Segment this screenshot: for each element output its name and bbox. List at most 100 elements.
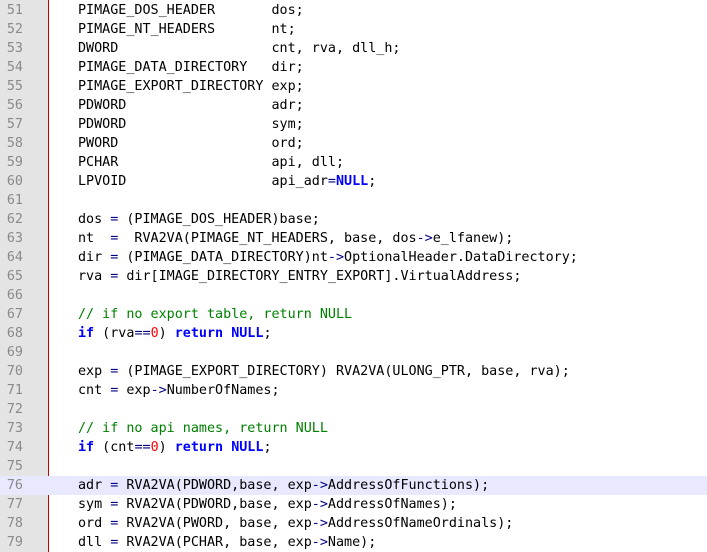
code-line[interactable]: 66 (0, 286, 707, 305)
code-line[interactable]: 72 (0, 400, 707, 419)
code-token: exp (78, 364, 111, 379)
line-number: 70 (6, 364, 23, 379)
line-number: 61 (6, 193, 23, 208)
code-line[interactable]: 59 PCHAR api, dll; (0, 153, 707, 172)
line-number: 51 (6, 3, 23, 18)
code-line[interactable]: 57 PDWORD sym; (0, 115, 707, 134)
code-line[interactable]: 78 ord = RVA2VA(PWORD, base, exp->Address… (0, 514, 707, 533)
code-token: nt (78, 231, 111, 246)
code-line[interactable]: 60 LPVOID api_adr=NULL; (0, 172, 707, 191)
code-token: (cnt (94, 440, 135, 455)
code-line[interactable]: 61 (0, 191, 707, 210)
code-editor[interactable]: 51 PIMAGE_DOS_HEADER dos; 52 PIMAGE_NT_HEAD… (0, 0, 707, 552)
code-token: sym (78, 497, 111, 512)
code-token: RVA2VA(PWORD, base, exp (118, 516, 312, 531)
code-line[interactable]: 58 PWORD ord; (0, 134, 707, 153)
code-token: -> (416, 231, 433, 246)
line-code: sym = RVA2VA(PDWORD,base, exp->AddressOf… (78, 495, 457, 514)
code-token: PCHAR api, dll; (78, 155, 345, 170)
code-token: AddressOfFunctions); (327, 478, 490, 493)
code-token: (PIMAGE_EXPORT_DIRECTORY) RVA2VA(ULONG_P… (118, 364, 570, 379)
line-number: 79 (6, 535, 23, 550)
code-line[interactable]: 71 cnt = exp->NumberOfNames; (0, 381, 707, 400)
code-token: adr (78, 478, 111, 493)
code-line[interactable]: 75 (0, 457, 707, 476)
code-line[interactable]: 55 PIMAGE_EXPORT_DIRECTORY exp; (0, 77, 707, 96)
line-code: PIMAGE_DOS_HEADER dos; (78, 1, 304, 20)
code-line[interactable]: 53 DWORD cnt, rva, dll_h; (0, 39, 707, 58)
code-line[interactable]: 69 (0, 343, 707, 362)
line-code: rva = dir[IMAGE_DIRECTORY_ENTRY_EXPORT].… (78, 267, 521, 286)
code-token: == (134, 326, 151, 341)
code-token: PIMAGE_EXPORT_DIRECTORY exp; (78, 79, 304, 94)
code-token: return (174, 440, 224, 455)
line-code: cnt = exp->NumberOfNames; (78, 381, 280, 400)
code-token: PIMAGE_NT_HEADERS nt; (78, 22, 296, 37)
code-line[interactable]: 68 if (rva==0) return NULL; (0, 324, 707, 343)
code-line[interactable]: 65 rva = dir[IMAGE_DIRECTORY_ENTRY_EXPORT… (0, 267, 707, 286)
line-number: 65 (6, 269, 23, 284)
code-token: if (78, 440, 95, 455)
line-number: 60 (6, 174, 23, 189)
code-token: Name); (327, 535, 377, 550)
code-line[interactable]: 79 dll = RVA2VA(PCHAR, base, exp->Name); (0, 533, 707, 552)
code-token: = (327, 174, 336, 189)
line-number: 78 (6, 516, 23, 531)
code-token: -> (311, 516, 328, 531)
line-code: PDWORD sym; (78, 115, 304, 134)
code-token: OptionalHeader.DataDirectory; (344, 250, 578, 265)
code-line[interactable]: 67 // if no export table, return NULL (0, 305, 707, 324)
line-number: 52 (6, 22, 23, 37)
code-line[interactable]: 56 PDWORD adr; (0, 96, 707, 115)
line-code: // if no export table, return NULL (78, 305, 352, 324)
code-token: -> (311, 497, 328, 512)
code-line[interactable]: 70 exp = (PIMAGE_EXPORT_DIRECTORY) RVA2VA… (0, 362, 707, 381)
code-line[interactable]: 51 PIMAGE_DOS_HEADER dos; (0, 1, 707, 20)
code-line[interactable]: 77 sym = RVA2VA(PDWORD,base, exp->Address… (0, 495, 707, 514)
code-line[interactable]: 54 PIMAGE_DATA_DIRECTORY dir; (0, 58, 707, 77)
code-line[interactable]: 63 nt = RVA2VA(PIMAGE_NT_HEADERS, base, d… (0, 229, 707, 248)
code-line[interactable]: 62 dos = (PIMAGE_DOS_HEADER)base; (0, 210, 707, 229)
line-code: dir = (PIMAGE_DATA_DIRECTORY)nt->Optiona… (78, 248, 578, 267)
code-token: NumberOfNames; (166, 383, 280, 398)
line-number: 73 (6, 421, 23, 436)
code-token: LPVOID api_adr (78, 174, 328, 189)
line-code: ord = RVA2VA(PWORD, base, exp->AddressOf… (78, 514, 513, 533)
line-number: 57 (6, 117, 23, 132)
code-token: -> (327, 250, 345, 265)
code-token: RVA2VA(PIMAGE_NT_HEADERS, base, dos (118, 231, 417, 246)
code-token: -> (311, 535, 328, 550)
code-token: RVA2VA(PDWORD,base, exp (118, 478, 312, 493)
line-number: 72 (6, 402, 23, 417)
code-line[interactable]: 74 if (cnt==0) return NULL; (0, 438, 707, 457)
code-line[interactable]: 52 PIMAGE_NT_HEADERS nt; (0, 20, 707, 39)
code-token: // if no export table, return NULL (78, 307, 353, 322)
code-line[interactable]: 73 // if no api names, return NULL (0, 419, 707, 438)
line-code: adr = RVA2VA(PDWORD,base, exp->AddressOf… (78, 476, 489, 495)
line-number: 76 (6, 478, 23, 493)
line-code: DWORD cnt, rva, dll_h; (78, 39, 400, 58)
line-code: if (cnt==0) return NULL; (78, 438, 272, 457)
code-line-current[interactable]: 76 adr = RVA2VA(PDWORD,base, exp->Address… (0, 476, 707, 495)
code-token: NULL (335, 174, 369, 189)
line-code: PIMAGE_EXPORT_DIRECTORY exp; (78, 77, 304, 96)
line-number: 69 (6, 345, 23, 360)
code-token: (rva (94, 326, 135, 341)
line-number: 63 (6, 231, 23, 246)
line-number: 77 (6, 497, 23, 512)
line-code: dos = (PIMAGE_DOS_HEADER)base; (78, 210, 320, 229)
code-token: rva (78, 269, 111, 284)
line-number: 55 (6, 79, 23, 94)
line-number: 58 (6, 136, 23, 151)
line-code: PIMAGE_DATA_DIRECTORY dir; (78, 58, 304, 77)
line-number: 75 (6, 459, 23, 474)
code-token: == (134, 440, 151, 455)
code-token: NULL (231, 326, 264, 341)
code-token: PDWORD sym; (78, 117, 304, 132)
line-number: 71 (6, 383, 23, 398)
line-code: PWORD ord; (78, 134, 304, 153)
code-token: (PIMAGE_DATA_DIRECTORY)nt (118, 250, 328, 265)
code-token: 0 (150, 440, 159, 455)
code-line[interactable]: 64 dir = (PIMAGE_DATA_DIRECTORY)nt->Optio… (0, 248, 707, 267)
